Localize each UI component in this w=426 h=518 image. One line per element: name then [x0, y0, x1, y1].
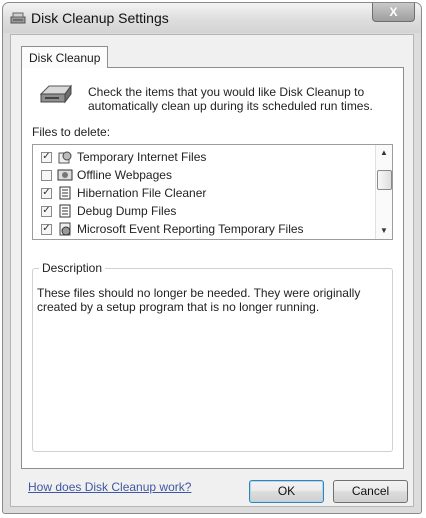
- disk-cleanup-app-icon: [10, 12, 26, 24]
- disk-drive-icon: [39, 84, 72, 104]
- dialog-window: Disk Cleanup Settings X Disk Cleanup Che…: [2, 2, 422, 514]
- checkbox[interactable]: ✓: [41, 187, 52, 199]
- list-item[interactable]: Offline Webpages: [41, 166, 172, 184]
- list-item[interactable]: ✓ Temporary Internet Files: [41, 148, 206, 166]
- intro-text: Check the items that you would like Disk…: [88, 85, 373, 113]
- vertical-scrollbar[interactable]: ▲ ▼: [375, 145, 392, 239]
- help-link[interactable]: How does Disk Cleanup work?: [28, 480, 191, 494]
- scroll-up-icon[interactable]: ▲: [376, 145, 392, 161]
- close-button[interactable]: X: [372, 3, 415, 22]
- list-item[interactable]: ✓ Microsoft Event Reporting Temporary Fi…: [41, 220, 304, 238]
- description-group: Description These files should no longer…: [32, 261, 393, 452]
- offline-pages-icon: [57, 168, 73, 182]
- files-list[interactable]: ✓ Temporary Internet Files Offline Webpa…: [32, 144, 393, 240]
- scroll-down-icon[interactable]: ▼: [376, 223, 392, 239]
- document-icon: [57, 186, 73, 200]
- checkbox[interactable]: ✓: [41, 223, 52, 235]
- list-item-label: Offline Webpages: [77, 168, 172, 182]
- tab-disk-cleanup[interactable]: Disk Cleanup: [21, 46, 109, 68]
- dialog-body: Disk Cleanup Check the items that you wo…: [10, 34, 414, 507]
- close-icon: X: [389, 5, 398, 19]
- list-item[interactable]: ✓ Hibernation File Cleaner: [41, 184, 206, 202]
- checkbox[interactable]: ✓: [41, 205, 52, 217]
- list-item-label: Debug Dump Files: [77, 204, 177, 218]
- event-reporting-icon: [57, 222, 73, 236]
- description-legend: Description: [39, 261, 106, 275]
- description-text: These files should no longer be needed. …: [37, 286, 361, 314]
- list-item[interactable]: ✓ Debug Dump Files: [41, 202, 176, 220]
- document-icon: [57, 204, 73, 218]
- tab-panel: Check the items that you would like Disk…: [21, 67, 404, 469]
- internet-files-icon: [57, 150, 73, 164]
- cancel-button[interactable]: Cancel: [333, 480, 408, 503]
- checkbox[interactable]: ✓: [41, 151, 52, 163]
- window-title: Disk Cleanup Settings: [31, 10, 169, 26]
- list-item-label: Microsoft Event Reporting Temporary File…: [77, 222, 304, 236]
- scrollbar-thumb[interactable]: [377, 170, 392, 190]
- list-item-label: Temporary Internet Files: [77, 150, 207, 164]
- title-bar[interactable]: Disk Cleanup Settings X: [3, 3, 421, 33]
- ok-button[interactable]: OK: [249, 480, 324, 503]
- checkbox[interactable]: [41, 169, 52, 181]
- files-to-delete-label: Files to delete:: [32, 125, 111, 139]
- list-item-label: Hibernation File Cleaner: [77, 186, 207, 200]
